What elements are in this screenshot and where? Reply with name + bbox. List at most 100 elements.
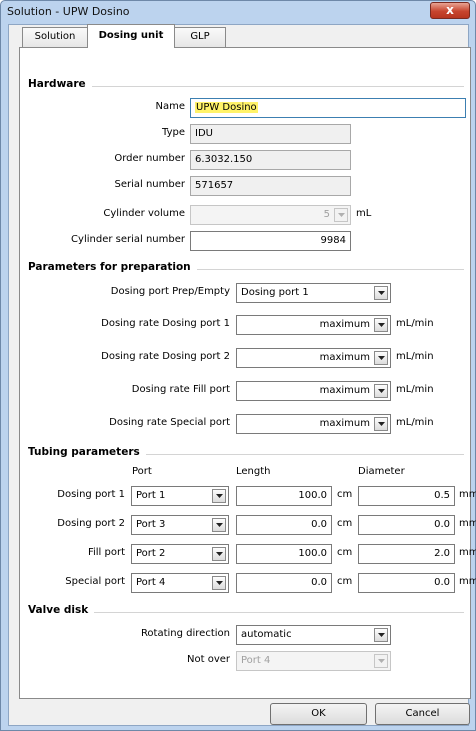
rate-port1-dropdown-button[interactable] — [374, 318, 388, 332]
rotating-direction-value: automatic — [241, 629, 292, 640]
tubing-length1-field[interactable]: 100.0 — [236, 486, 332, 506]
col-port-header: Port — [132, 466, 152, 477]
chevron-down-icon — [216, 523, 223, 527]
not-over-value: Port 4 — [241, 655, 271, 666]
tubing-diameter3-unit: mm — [459, 547, 476, 558]
cylinder-serial-label: Cylinder serial number — [71, 234, 185, 245]
dosing-port-prep-select[interactable]: Dosing port 1 — [236, 283, 391, 303]
tubing-port4-value: Port 4 — [136, 577, 166, 588]
tubing-length1-unit: cm — [337, 489, 353, 500]
not-over-label: Not over — [187, 654, 230, 665]
type-field: IDU — [190, 124, 351, 144]
rate-fill-label: Dosing rate Fill port — [131, 384, 230, 395]
name-field[interactable]: UPW Dosino — [190, 98, 466, 118]
rate-fill-dropdown-button[interactable] — [374, 384, 388, 398]
rate-port1-value: maximum — [319, 319, 370, 330]
cylinder-volume-dropdown-button[interactable] — [334, 208, 348, 222]
cylinder-volume-label: Cylinder volume — [103, 208, 185, 219]
tubing-port4-dropdown-button[interactable] — [212, 576, 226, 590]
chevron-down-icon — [378, 291, 385, 295]
rate-special-select[interactable]: maximum — [236, 414, 391, 434]
rate-port2-value: maximum — [319, 352, 370, 363]
close-button[interactable]: x — [430, 2, 470, 19]
cancel-button[interactable]: Cancel — [375, 703, 470, 725]
tubing-length4-field[interactable]: 0.0 — [236, 573, 332, 593]
dosing-port-prep-dropdown-button[interactable] — [374, 286, 388, 300]
order-number-label: Order number — [114, 153, 185, 164]
tubing-diameter3-field[interactable]: 2.0 — [358, 544, 455, 564]
tubing-port3-dropdown-button[interactable] — [212, 547, 226, 561]
tubing-length2-unit: cm — [337, 518, 353, 529]
chevron-down-icon — [338, 213, 345, 217]
tubing-port1-select[interactable]: Port 1 — [131, 486, 229, 506]
rate-port1-unit: mL/min — [396, 318, 434, 329]
tab-dosing-unit[interactable]: Dosing unit — [87, 24, 175, 48]
rate-fill-select[interactable]: maximum — [236, 381, 391, 401]
section-preparation: Parameters for preparation — [20, 261, 470, 275]
rate-fill-unit: mL/min — [396, 384, 434, 395]
tubing-length2-field[interactable]: 0.0 — [236, 515, 332, 535]
tubing-row-label: Fill port — [87, 547, 125, 558]
dosing-port-prep-value: Dosing port 1 — [241, 287, 309, 298]
rate-port1-label: Dosing rate Dosing port 1 — [101, 318, 230, 329]
tubing-port2-value: Port 3 — [136, 519, 166, 530]
rate-port2-dropdown-button[interactable] — [374, 351, 388, 365]
col-diameter-header: Diameter — [358, 466, 405, 477]
tubing-port2-select[interactable]: Port 3 — [131, 515, 229, 535]
tubing-length3-field[interactable]: 100.0 — [236, 544, 332, 564]
rotating-direction-dropdown-button[interactable] — [374, 628, 388, 642]
name-value: UPW Dosino — [195, 102, 258, 113]
cylinder-volume-value: 5 — [323, 209, 330, 220]
rate-special-label: Dosing rate Special port — [109, 417, 230, 428]
rotating-direction-select[interactable]: automatic — [236, 625, 391, 645]
cylinder-volume-unit: mL — [356, 208, 372, 219]
chevron-down-icon — [378, 659, 385, 663]
chevron-down-icon — [216, 552, 223, 556]
close-icon: x — [446, 3, 454, 17]
tab-solution[interactable]: Solution — [22, 27, 88, 47]
serial-number-field: 571657 — [190, 176, 351, 196]
rate-port2-select[interactable]: maximum — [236, 348, 391, 368]
section-valve-disk: Valve disk — [20, 604, 470, 618]
rate-port1-select[interactable]: maximum — [236, 315, 391, 335]
chevron-down-icon — [378, 323, 385, 327]
hardware-heading: Hardware — [28, 78, 92, 90]
not-over-dropdown-button[interactable] — [374, 654, 388, 668]
tubing-diameter4-field[interactable]: 0.0 — [358, 573, 455, 593]
tubing-diameter1-field[interactable]: 0.5 — [358, 486, 455, 506]
tubing-diameter2-unit: mm — [459, 518, 476, 529]
rate-special-dropdown-button[interactable] — [374, 417, 388, 431]
dosing-port-prep-label: Dosing port Prep/Empty — [110, 286, 230, 297]
tubing-diameter2-field[interactable]: 0.0 — [358, 515, 455, 535]
type-label: Type — [162, 127, 185, 138]
tubing-row-label: Dosing port 1 — [57, 489, 125, 500]
chevron-down-icon — [378, 356, 385, 360]
tubing-port4-select[interactable]: Port 4 — [131, 573, 229, 593]
section-hardware: Hardware — [20, 78, 470, 92]
tubing-length4-unit: cm — [337, 576, 353, 587]
serial-number-label: Serial number — [114, 179, 185, 190]
tab-glp[interactable]: GLP — [174, 27, 226, 47]
chevron-down-icon — [378, 422, 385, 426]
col-length-header: Length — [236, 466, 271, 477]
chevron-down-icon — [216, 581, 223, 585]
rate-port2-unit: mL/min — [396, 351, 434, 362]
window-title: Solution - UPW Dosino — [7, 5, 130, 18]
preparation-heading: Parameters for preparation — [28, 261, 197, 273]
tubing-port3-select[interactable]: Port 2 — [131, 544, 229, 564]
not-over-select[interactable]: Port 4 — [236, 651, 391, 671]
rate-fill-value: maximum — [319, 385, 370, 396]
valve-heading: Valve disk — [28, 604, 95, 616]
tubing-port2-dropdown-button[interactable] — [212, 518, 226, 532]
tubing-row-label: Dosing port 2 — [57, 518, 125, 529]
tubing-diameter1-unit: mm — [459, 489, 476, 500]
tubing-port1-dropdown-button[interactable] — [212, 489, 226, 503]
cylinder-volume-select[interactable]: 5 — [190, 205, 351, 225]
tubing-port3-value: Port 2 — [136, 548, 166, 559]
rate-special-value: maximum — [319, 418, 370, 429]
tubing-row-label: Special port — [65, 576, 125, 587]
ok-button[interactable]: OK — [270, 703, 367, 725]
title-bar[interactable]: Solution - UPW Dosino x — [1, 1, 475, 23]
cylinder-serial-field[interactable]: 9984 — [190, 231, 351, 251]
chevron-down-icon — [216, 494, 223, 498]
